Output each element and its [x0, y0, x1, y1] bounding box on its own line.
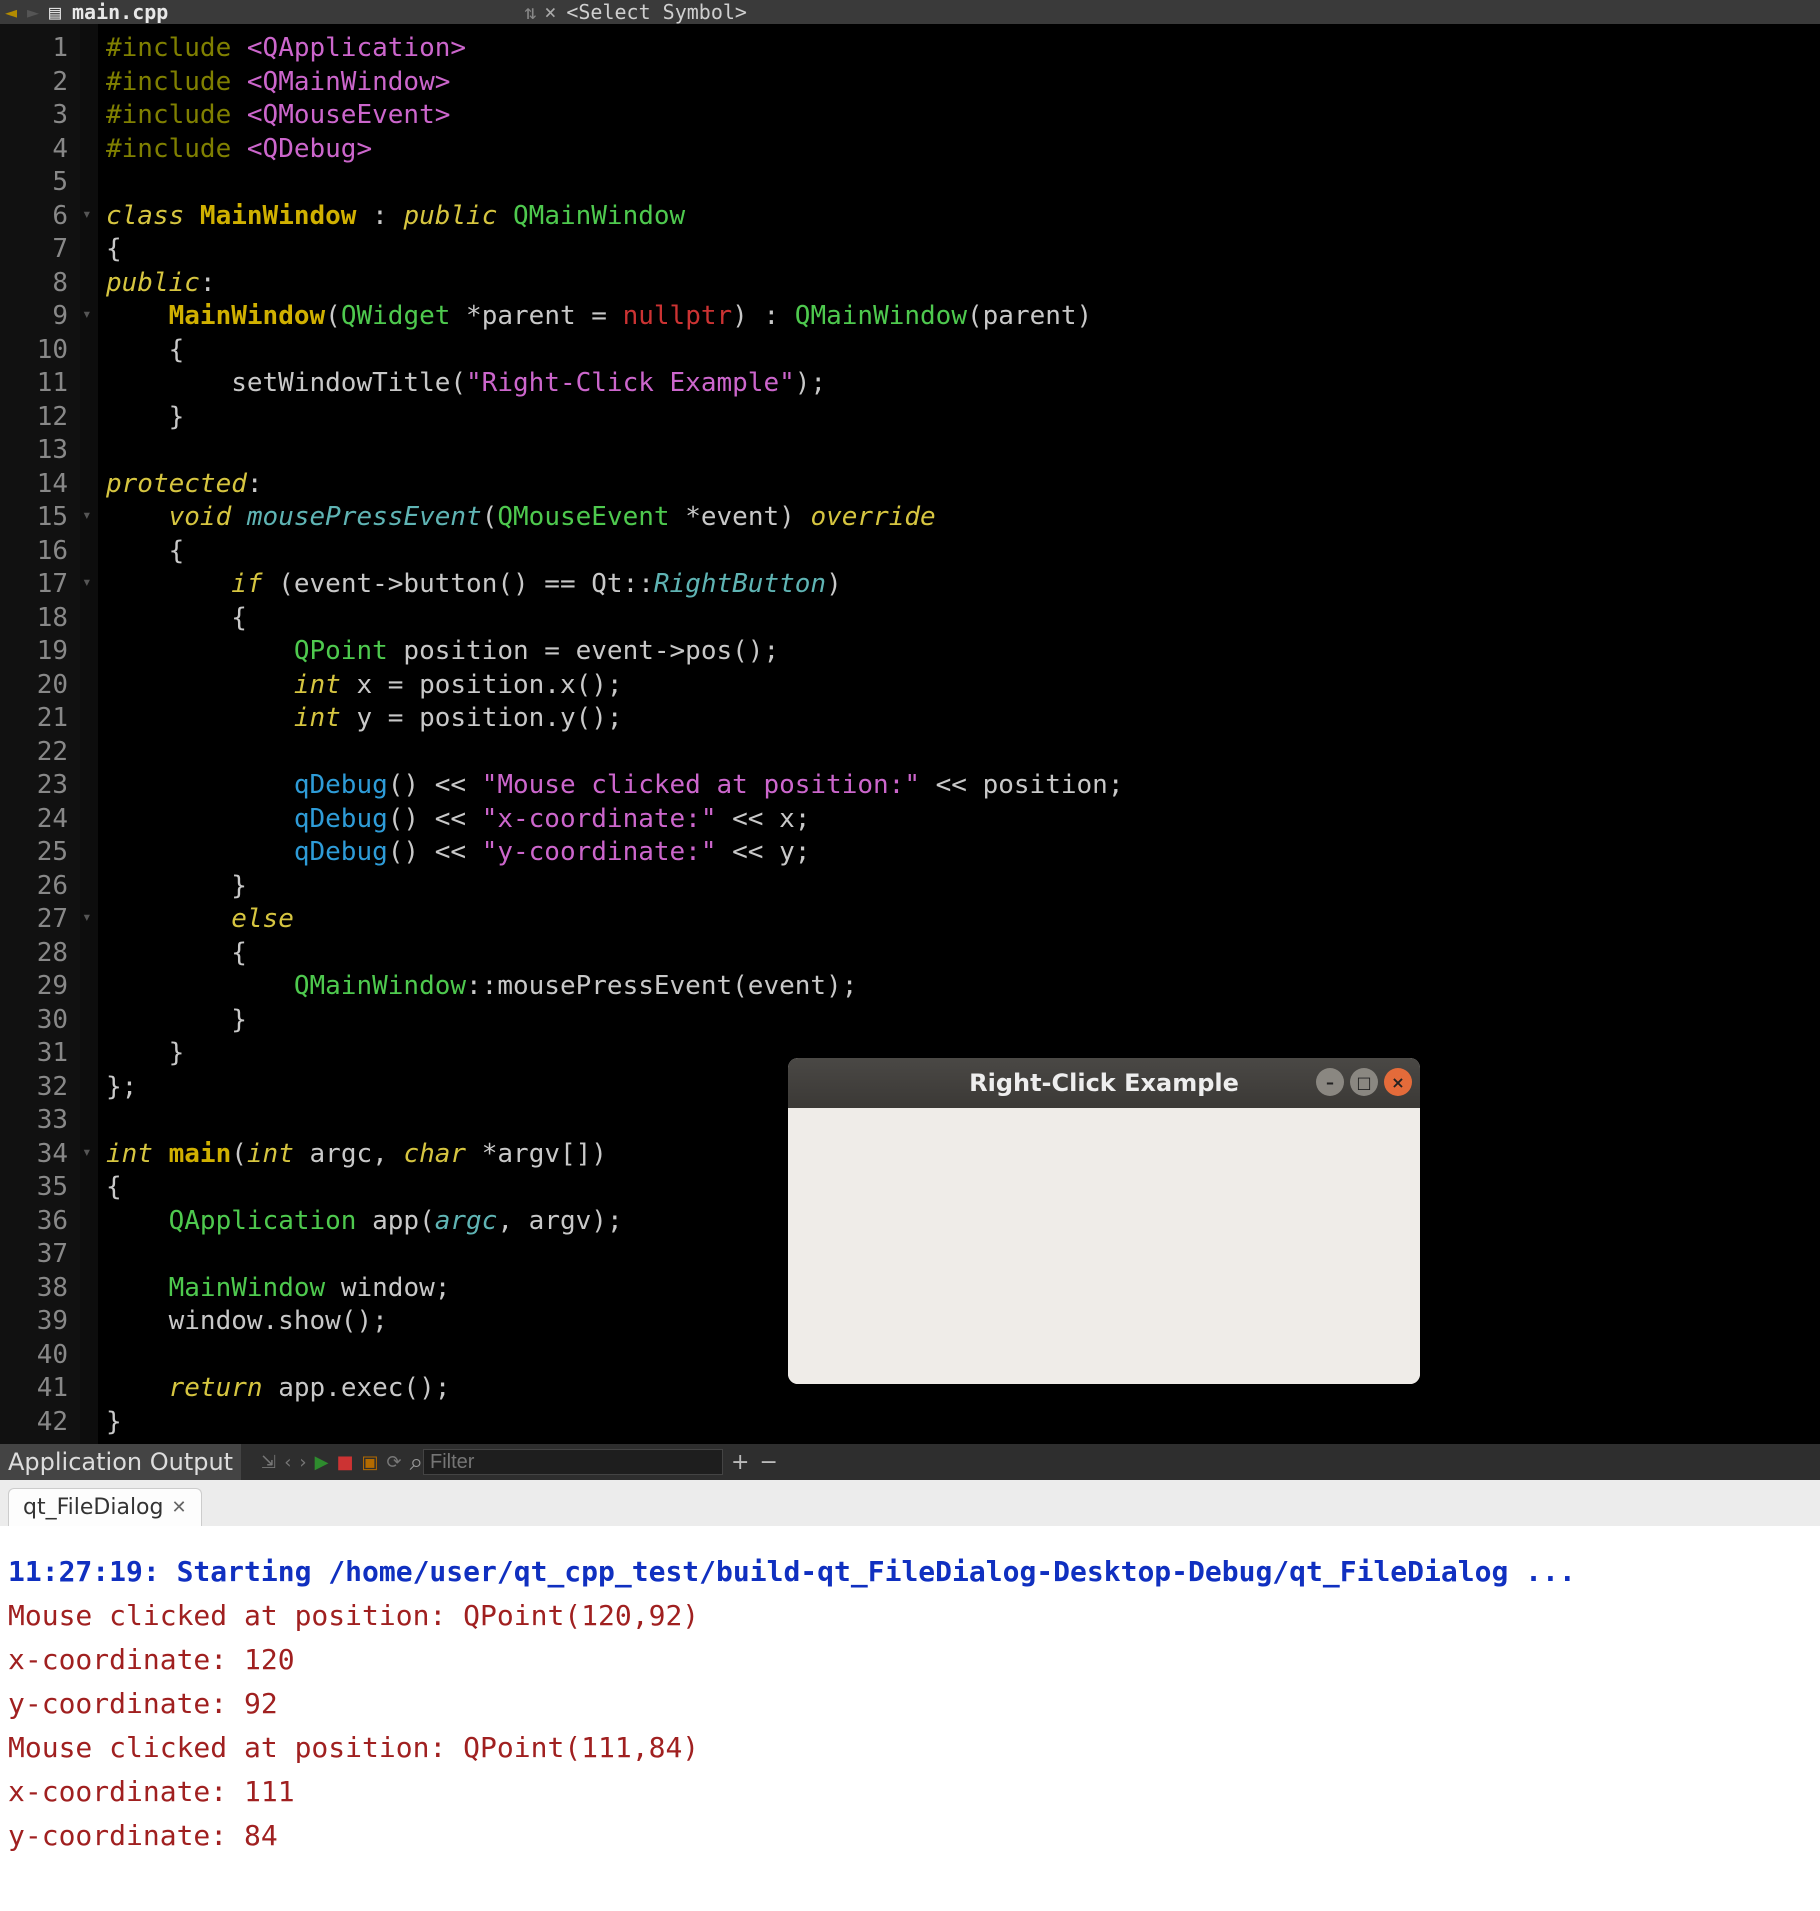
run-icon[interactable]: ▶	[315, 1452, 329, 1473]
console-line: y-coordinate: 84	[8, 1814, 1812, 1858]
symbol-selector[interactable]: <Select Symbol>	[562, 0, 747, 24]
file-tab[interactable]: main.cpp	[66, 0, 174, 24]
example-titlebar[interactable]: Right-Click Example – □ ×	[788, 1058, 1420, 1108]
filter-input[interactable]	[423, 1449, 723, 1475]
console-line: y-coordinate: 92	[8, 1682, 1812, 1726]
symbol-split-icon[interactable]: ⇅	[524, 0, 544, 24]
file-icon: ▤	[44, 0, 66, 24]
output-tab-row: qt_FileDialog ✕	[0, 1480, 1820, 1526]
prev-icon[interactable]: ‹	[284, 1452, 291, 1473]
console-line: x-coordinate: 111	[8, 1770, 1812, 1814]
minimize-button[interactable]: –	[1316, 1068, 1344, 1096]
zoom-in-icon[interactable]: +	[731, 1450, 749, 1475]
fold-toggle-icon[interactable]: ▾	[82, 204, 92, 223]
maximize-button[interactable]: □	[1350, 1068, 1378, 1096]
fold-toggle-icon[interactable]: ▾	[82, 304, 92, 323]
close-icon[interactable]: ✕	[171, 1497, 186, 1518]
example-client-area[interactable]	[788, 1108, 1420, 1384]
editor-tabstrip: ◄ ► ▤ main.cpp ⇅ × <Select Symbol>	[0, 0, 1820, 24]
console-line: 11:27:19: Starting /home/user/qt_cpp_tes…	[8, 1550, 1812, 1594]
next-icon[interactable]: ›	[299, 1452, 306, 1473]
console-line: Mouse clicked at position: QPoint(120,92…	[8, 1594, 1812, 1638]
example-title: Right-Click Example	[969, 1069, 1239, 1097]
close-button[interactable]: ×	[1384, 1068, 1412, 1096]
kill-icon[interactable]: ▣	[361, 1452, 378, 1473]
example-app-window[interactable]: Right-Click Example – □ ×	[788, 1058, 1420, 1384]
console-line: x-coordinate: 120	[8, 1638, 1812, 1682]
output-toolbar: ⇲ ‹ › ▶ ■ ▣ ⟳	[241, 1452, 401, 1473]
attach-icon[interactable]: ⇲	[261, 1452, 276, 1473]
fold-toggle-icon[interactable]: ▾	[82, 572, 92, 591]
console-line: Mouse clicked at position: QPoint(111,84…	[8, 1726, 1812, 1770]
fold-column[interactable]: ▾ ▾ ▾ ▾ ▾ ▾	[80, 24, 98, 1444]
line-number-gutter: 1234567891011121314151617181920212223242…	[0, 24, 80, 1444]
nav-fwd-icon[interactable]: ►	[22, 0, 44, 24]
settings-icon[interactable]: ⟳	[386, 1452, 401, 1473]
output-header: Application Output ⇲ ‹ › ▶ ■ ▣ ⟳ ⌕ + −	[0, 1444, 1820, 1480]
search-icon: ⌕	[410, 1448, 423, 1476]
fold-toggle-icon[interactable]: ▾	[82, 907, 92, 926]
output-console[interactable]: 11:27:19: Starting /home/user/qt_cpp_tes…	[0, 1526, 1820, 1911]
output-title: Application Output	[0, 1444, 241, 1480]
symbol-close-icon[interactable]: ×	[544, 0, 562, 24]
output-tab-label: qt_FileDialog	[23, 1495, 163, 1520]
output-tab[interactable]: qt_FileDialog ✕	[8, 1488, 202, 1526]
zoom-out-icon[interactable]: −	[759, 1450, 777, 1475]
fold-toggle-icon[interactable]: ▾	[82, 1142, 92, 1161]
fold-toggle-icon[interactable]: ▾	[82, 505, 92, 524]
nav-back-icon[interactable]: ◄	[0, 0, 22, 24]
stop-icon[interactable]: ■	[336, 1452, 353, 1473]
